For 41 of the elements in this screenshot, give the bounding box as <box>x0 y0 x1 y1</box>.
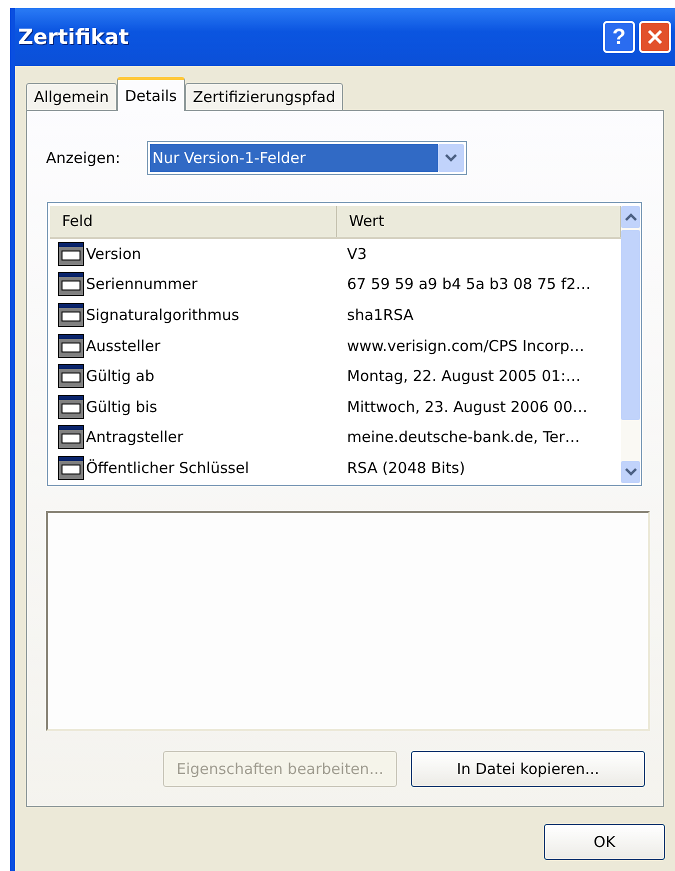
field-name[interactable]: Aussteller <box>86 336 160 355</box>
close-icon <box>646 28 664 46</box>
help-button[interactable]: ? <box>603 21 635 53</box>
field-value: RSA (2048 Bits) <box>346 458 466 477</box>
field-name[interactable]: Gültig bis <box>86 398 158 416</box>
scroll-up-icon <box>624 213 636 221</box>
field-icon <box>58 302 84 327</box>
field-value: www.verisign.com/CPS Incorp… <box>346 336 586 355</box>
field-icon <box>58 456 84 480</box>
show-label: Anzeigen: <box>46 149 120 167</box>
field-icon <box>58 425 84 450</box>
scrollbar[interactable] <box>621 206 640 483</box>
detail-text-area[interactable] <box>46 511 650 731</box>
field-value: meine.deutsche-bank.de, Ter… <box>346 428 581 446</box>
field-icon <box>58 364 84 388</box>
ok-button[interactable]: OK <box>544 824 665 860</box>
field-name[interactable]: Seriennummer <box>86 275 198 294</box>
field-value: 67 59 59 a9 b4 5a b3 08 75 f2… <box>346 275 592 294</box>
field-icon <box>58 272 84 296</box>
column-header[interactable]: Feld <box>50 206 337 237</box>
chevron-down-icon <box>624 468 636 476</box>
show-dropdown[interactable]: Nur Version-1-Felder <box>147 141 468 175</box>
window-title: Zertifikat <box>18 25 130 49</box>
tab[interactable]: Zertifizierungspfad <box>184 83 344 110</box>
field-name[interactable]: Öffentlicher Schlüssel <box>86 458 249 477</box>
close-button[interactable] <box>639 21 671 53</box>
field-value: sha1RSA <box>346 306 415 324</box>
field-name[interactable]: Signaturalgorithmus <box>86 306 240 324</box>
copy-to-file-button[interactable]: In Datei kopieren... <box>411 751 645 787</box>
field-value: V3 <box>346 244 368 263</box>
field-name[interactable]: Antragsteller <box>86 428 184 446</box>
field-name[interactable]: Gültig ab <box>86 367 154 386</box>
tab[interactable]: Details <box>116 77 185 111</box>
chevron-down-icon <box>445 154 458 162</box>
field-value: Mittwoch, 23. August 2006 00… <box>346 398 589 416</box>
field-icon <box>58 334 84 358</box>
tab[interactable]: Allgemein <box>26 83 117 110</box>
field-name[interactable]: Version <box>86 244 142 263</box>
field-value: Montag, 22. August 2005 01:… <box>346 367 582 386</box>
field-icon <box>58 242 84 266</box>
field-icon <box>58 394 84 419</box>
